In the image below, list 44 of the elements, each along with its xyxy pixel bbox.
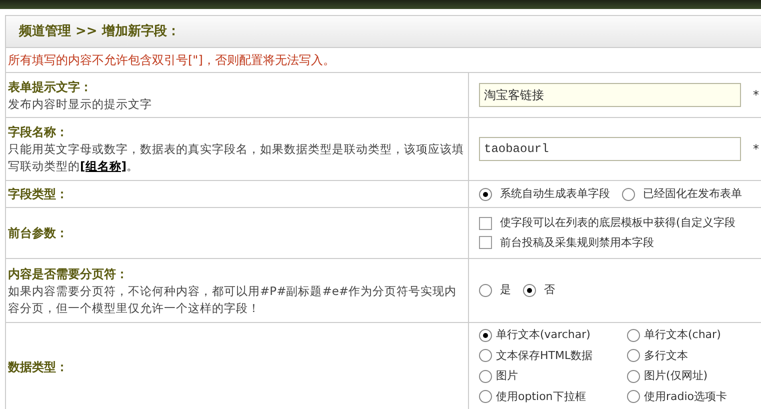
radio-button[interactable]	[523, 284, 536, 297]
option-label: 单行文本(char)	[644, 327, 721, 343]
option-label: 文本保存HTML数据	[496, 348, 593, 364]
field-label: 表单提示文字：	[8, 78, 93, 96]
checkbox[interactable]	[479, 216, 492, 230]
radio-button[interactable]	[627, 349, 640, 362]
radio-button[interactable]	[479, 284, 492, 297]
radio-button[interactable]	[479, 370, 492, 383]
notice-text: 所有填写的内容不允许包含双引号["]，否则配置将无法写入。	[8, 52, 335, 69]
option-label: 前台投稿及采集规则禁用本字段	[500, 234, 654, 250]
radio-button[interactable]	[627, 328, 640, 342]
text-field[interactable]: taobaourl	[479, 137, 741, 161]
field-description: 如果内容需要分页符，不论何种内容，都可以用#P#副标题#e#作为分页符号实现内容分页，但一个模型里仅允许一个这样的字段！	[8, 282, 458, 316]
option-label: 系统自动生成表单字段	[500, 186, 610, 202]
radio-button[interactable]	[622, 188, 635, 200]
text-field[interactable]: 淘宝客链接	[479, 83, 741, 107]
required-mark: *	[753, 87, 759, 104]
page-title: 频道管理 >> 增加新字段：	[19, 22, 180, 41]
option-label: 图片	[496, 368, 518, 384]
option-label: 图片(仅网址)	[644, 368, 708, 384]
option-label: 使用option下拉框	[496, 388, 586, 404]
field-label: 字段类型：	[8, 186, 69, 203]
radio-button[interactable]	[479, 349, 492, 362]
radio-button[interactable]	[479, 328, 492, 342]
option-label: 否	[544, 282, 555, 298]
field-label: 前台参数：	[8, 225, 69, 242]
option-label: 已经固化在发布表单	[643, 186, 742, 202]
option-label: 使用radio选项卡	[644, 388, 728, 404]
radio-button[interactable]	[627, 370, 640, 383]
required-mark: *	[753, 141, 759, 158]
option-label: 是	[500, 282, 511, 298]
group-name-link[interactable]: [组名称]	[80, 159, 127, 173]
radio-button[interactable]	[479, 390, 492, 404]
radio-button[interactable]	[479, 188, 492, 200]
option-label: 单行文本(varchar)	[496, 327, 590, 343]
field-description: 发布内容时显示的提示文字	[8, 96, 153, 112]
option-label: 使字段可以在列表的底层模板中获得(自定义字段	[500, 215, 736, 231]
field-label: 内容是否需要分页符：	[8, 266, 129, 282]
radio-button[interactable]	[627, 390, 640, 404]
field-label: 字段名称：	[8, 124, 69, 141]
field-label: 数据类型：	[8, 358, 69, 376]
field-description: 只能用英文字母或数字，数据表的真实字段名，如果数据类型是联动类型，该项应该填写联动类型的[组名称]。	[8, 141, 465, 175]
option-label: 多行文本	[644, 348, 688, 364]
checkbox[interactable]	[479, 236, 492, 250]
